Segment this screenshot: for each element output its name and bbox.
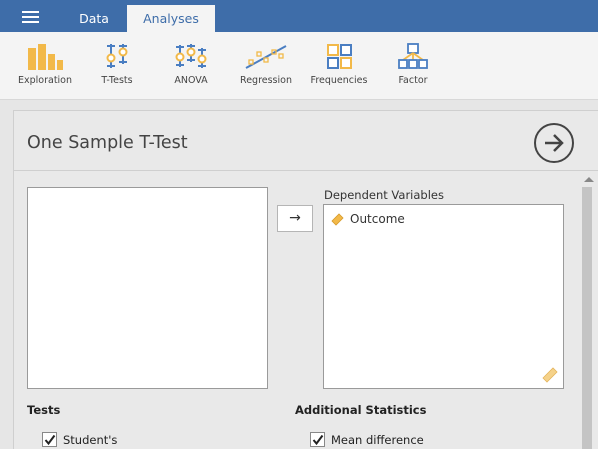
dependent-variables-label: Dependent Variables — [324, 188, 444, 202]
regression-button[interactable]: Regression — [236, 38, 296, 94]
checkmark-icon — [44, 434, 56, 446]
exploration-icon — [28, 44, 63, 70]
mean-difference-checkbox[interactable] — [310, 432, 325, 447]
t-tests-label: T-Tests — [101, 75, 133, 86]
tab-data[interactable]: Data — [64, 5, 124, 32]
page-title: One Sample T-Test — [27, 133, 188, 153]
additional-statistics-heading: Additional Statistics — [295, 403, 427, 417]
frequencies-label: Frequencies — [310, 75, 368, 86]
frequencies-icon — [327, 44, 352, 69]
run-arrow-button[interactable] — [534, 123, 574, 163]
mean-difference-checkbox-row[interactable]: Mean difference — [310, 432, 424, 447]
scroll-up-icon[interactable] — [584, 177, 594, 182]
students-checkbox-row[interactable]: Student's — [42, 432, 117, 447]
scrollbar[interactable] — [579, 173, 598, 449]
exploration-label: Exploration — [17, 75, 73, 86]
continuous-variable-icon — [331, 213, 344, 226]
move-variable-button[interactable]: → — [277, 205, 313, 232]
list-item[interactable]: Outcome — [330, 209, 405, 229]
students-checkbox[interactable] — [42, 432, 57, 447]
frequencies-button[interactable]: Frequencies — [308, 38, 370, 94]
available-variables-list[interactable] — [27, 187, 268, 389]
arrow-right-icon — [545, 134, 564, 152]
anova-label: ANOVA — [174, 75, 208, 86]
menu-icon[interactable] — [22, 11, 39, 23]
scroll-thumb[interactable] — [582, 187, 592, 449]
factor-button[interactable]: Factor — [390, 38, 436, 94]
analyses-ribbon: Exploration T-Tests ANOVA Regression Fre… — [0, 32, 598, 100]
anova-icon — [175, 44, 207, 68]
factor-icon — [398, 43, 428, 69]
mean-difference-label: Mean difference — [331, 432, 424, 447]
list-item-label: Outcome — [350, 212, 405, 226]
dependent-variables-list[interactable]: Outcome — [323, 204, 564, 389]
divider — [14, 170, 598, 171]
factor-label: Factor — [398, 75, 428, 86]
t-tests-button[interactable]: T-Tests — [92, 38, 142, 94]
analysis-panel: One Sample T-Test → Dependent Variables … — [13, 110, 598, 449]
exploration-button[interactable]: Exploration — [14, 38, 76, 94]
t-tests-icon — [106, 44, 128, 68]
students-label: Student's — [63, 432, 118, 447]
tab-analyses[interactable]: Analyses — [127, 5, 215, 32]
regression-icon — [245, 45, 287, 69]
checkmark-icon — [312, 434, 324, 446]
tests-heading: Tests — [27, 403, 61, 417]
anova-button[interactable]: ANOVA — [166, 38, 216, 94]
top-bar: Data Analyses — [0, 0, 598, 32]
regression-label: Regression — [240, 75, 292, 86]
ruler-icon — [542, 367, 558, 383]
